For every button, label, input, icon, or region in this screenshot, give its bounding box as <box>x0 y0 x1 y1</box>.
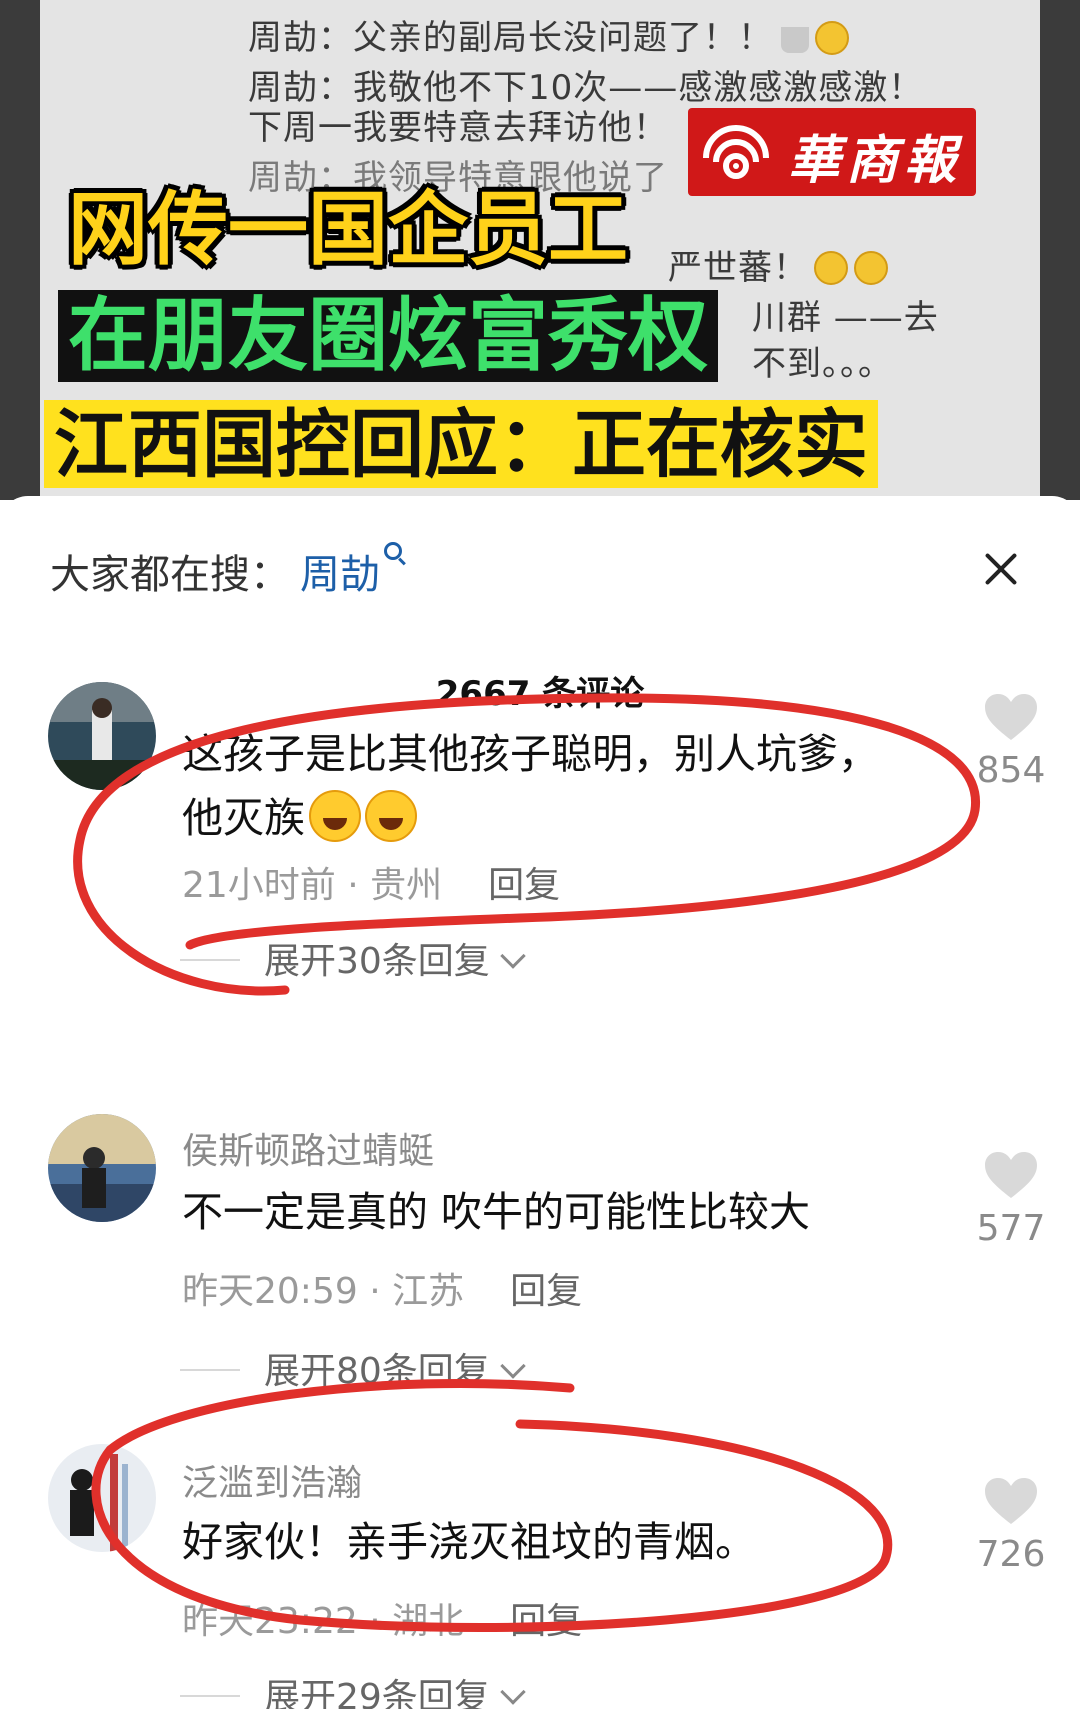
chat-line: 川群 ——去 <box>752 298 939 338</box>
trending-search-term[interactable]: 周劼 <box>300 552 380 598</box>
avatar[interactable] <box>48 1114 156 1222</box>
comment-location: 贵州 <box>370 865 443 906</box>
chevron-down-icon <box>500 1679 526 1705</box>
comment-text: 不一定是真的 吹牛的可能性比较大 <box>182 1188 811 1236</box>
logo-text: 華商報 <box>788 130 963 191</box>
expand-replies-label: 展开80条回复 <box>264 1351 490 1392</box>
comment-location: 湖北 <box>392 1601 465 1642</box>
reply-button[interactable]: 回复 <box>488 865 560 906</box>
chevron-down-icon <box>500 943 526 969</box>
headline-line-1: 网传一国企员工 <box>68 183 628 276</box>
like-button[interactable]: 726 <box>966 1476 1056 1575</box>
rolling-laughing-emoji-icon <box>365 790 417 842</box>
comment-count: 2667 条评论 <box>435 674 645 714</box>
avatar[interactable] <box>48 1444 156 1552</box>
chat-line: 下周一我要特意去拜访他！ <box>248 108 668 148</box>
trending-search-bar[interactable]: 大家都在搜： 周劼 <box>50 542 402 600</box>
divider <box>180 959 240 961</box>
like-count: 854 <box>976 750 1046 791</box>
emoji-icon <box>854 251 888 285</box>
headline-line-2: 在朋友圈炫富秀权 <box>58 290 718 382</box>
expand-replies-label: 展开29条回复 <box>264 1677 490 1709</box>
screen: 周劼：父亲的副局长没问题了！！ 周劼：我敬他不下10次——感激感激感激！ 下周一… <box>0 0 1080 1709</box>
comment-meta: 21小时前 · 贵州 回复 <box>182 865 561 906</box>
like-button[interactable]: 854 <box>966 692 1056 791</box>
comment-location: 江苏 <box>392 1271 465 1312</box>
expand-replies-button[interactable]: 展开30条回复 <box>180 932 526 984</box>
comment-meta: 昨天20:59 · 江苏 回复 <box>182 1271 583 1312</box>
emoji-icon <box>815 21 849 55</box>
divider <box>180 1369 240 1371</box>
comment-username[interactable]: 侯斯顿路过蜻蜓 <box>182 1122 434 1174</box>
emoji-icon <box>814 251 848 285</box>
like-count: 577 <box>976 1208 1046 1249</box>
trending-search-label: 大家都在搜： <box>50 552 290 598</box>
comment-text: 这孩子是比其他孩子聪明，别人坑爹，他灭族 <box>182 730 879 842</box>
expand-replies-button[interactable]: 展开29条回复 <box>180 1668 526 1709</box>
divider <box>180 1695 240 1697</box>
heart-icon <box>985 1478 1037 1524</box>
search-icon <box>384 542 402 560</box>
coffee-icon <box>781 27 809 53</box>
expand-replies-label: 展开30条回复 <box>264 941 490 982</box>
comment-text: 好家伙！亲手浇灭祖坟的青烟。 <box>182 1518 756 1566</box>
logo-signal-icon <box>703 125 769 179</box>
comment-time: 21小时前 <box>182 865 336 906</box>
comment-username[interactable]: 泛滥到浩瀚 <box>182 1454 362 1506</box>
crying-laughing-emoji-icon <box>309 790 361 842</box>
video-player[interactable]: 周劼：父亲的副局长没问题了！！ 周劼：我敬他不下10次——感激感激感激！ 下周一… <box>0 0 1080 500</box>
chevron-down-icon <box>500 1353 526 1379</box>
huashang-news-logo: 華商報 <box>688 108 976 196</box>
chat-line: 不到。。。 <box>752 344 893 384</box>
chat-line: 周劼：父亲的副局长没问题了！！ <box>248 10 849 59</box>
comment-meta: 昨天23:22 · 湖北 回复 <box>182 1601 583 1642</box>
like-count: 726 <box>976 1534 1046 1575</box>
avatar[interactable] <box>48 682 156 790</box>
heart-icon <box>985 1152 1037 1198</box>
expand-replies-button[interactable]: 展开80条回复 <box>180 1342 526 1394</box>
comment-time: 昨天23:22 <box>182 1601 358 1642</box>
comment-time: 昨天20:59 <box>182 1271 358 1312</box>
close-button[interactable] <box>978 546 1024 592</box>
heart-icon <box>985 694 1037 740</box>
headline-line-3: 江西国控回应：正在核实 <box>44 400 878 488</box>
reply-button[interactable]: 回复 <box>510 1271 582 1312</box>
like-button[interactable]: 577 <box>966 1150 1056 1249</box>
chat-line: 严世蕃！ <box>668 240 888 289</box>
reply-button[interactable]: 回复 <box>510 1601 582 1642</box>
comment-sheet: 大家都在搜： 周劼 2667 条评论 这孩子是比其他孩子聪明，别人坑爹，他灭族 2… <box>0 496 1080 1709</box>
